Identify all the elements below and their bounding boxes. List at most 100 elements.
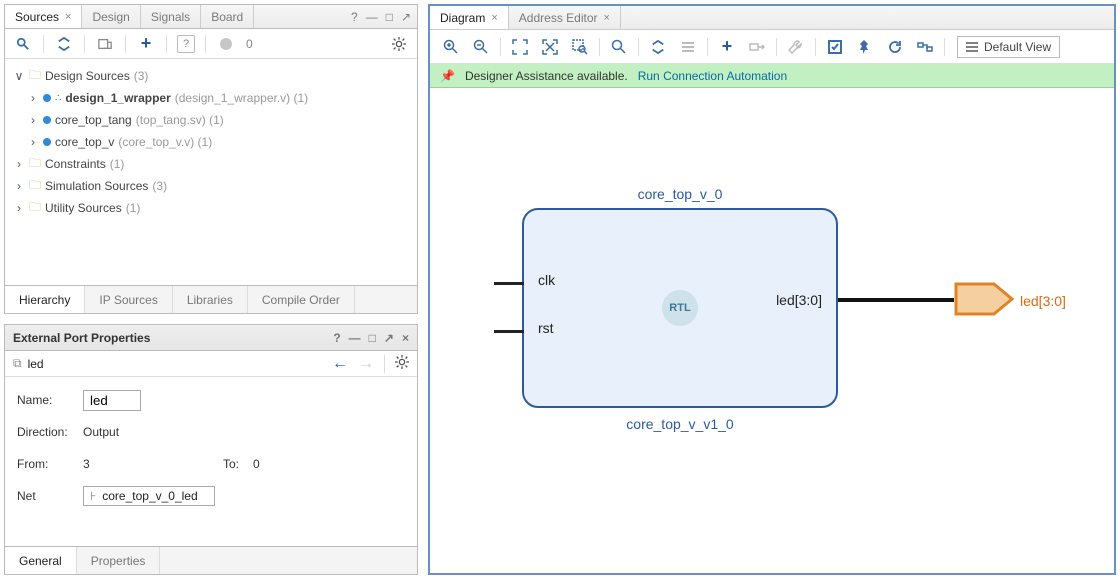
diagram-toolbar: + Default View	[430, 30, 1114, 64]
maximize-icon[interactable]: □	[369, 331, 376, 345]
close-icon[interactable]: ×	[402, 331, 409, 345]
label: Diagram	[440, 11, 485, 25]
tab-signals[interactable]: Signals	[141, 5, 201, 28]
block-instance-name: core_top_v_0	[524, 186, 836, 202]
net-icon: ⊦	[90, 489, 96, 503]
help-icon[interactable]: ?	[351, 10, 358, 24]
detail: (core_top_v.v) (1)	[118, 135, 212, 149]
expand-icon[interactable]	[539, 36, 561, 58]
hierarchy-icon: ∴	[55, 93, 61, 104]
minimize-icon[interactable]: ―	[349, 331, 361, 345]
tree-utility[interactable]: ›🗀Utility Sources (1)	[9, 197, 413, 219]
label-direction: Direction:	[17, 425, 83, 439]
label-net: Net	[17, 489, 83, 503]
btab-ip[interactable]: IP Sources	[85, 286, 172, 313]
close-icon[interactable]: ×	[491, 12, 497, 24]
scroll-forward-icon[interactable]	[95, 34, 115, 54]
tab-address-editor[interactable]: Address Editor×	[509, 6, 621, 29]
btab-general[interactable]: General	[5, 547, 77, 574]
add-icon[interactable]: +	[716, 36, 738, 58]
label: Design Sources	[45, 69, 130, 83]
tree-core-v[interactable]: ›core_top_v (core_top_v.v) (1)	[23, 131, 413, 153]
label: core_top_v	[55, 135, 114, 149]
count: (3)	[152, 179, 167, 193]
pin-icon[interactable]: 📌	[440, 69, 455, 83]
port-clk[interactable]: clk	[538, 272, 555, 288]
net-value: core_top_v_0_led	[102, 489, 197, 503]
sources-tree[interactable]: ∨🗀Design Sources (3) ›∴design_1_wrapper …	[5, 59, 417, 285]
close-icon[interactable]: ×	[604, 12, 610, 24]
label: Default View	[984, 40, 1051, 54]
run-connection-automation-link[interactable]: Run Connection Automation	[638, 69, 787, 83]
port-rst[interactable]: rst	[538, 320, 554, 336]
properties-nav: ⧉ led ← →	[5, 351, 417, 377]
optimize-routing-icon[interactable]	[914, 36, 936, 58]
help-toolbar-icon[interactable]: ?	[177, 35, 195, 53]
hamburger-icon	[966, 42, 978, 52]
from-value: 3	[83, 457, 223, 471]
tree-core-tang[interactable]: ›core_top_tang (top_tang.sv) (1)	[23, 109, 413, 131]
name-field[interactable]	[83, 390, 141, 411]
btab-libraries[interactable]: Libraries	[173, 286, 248, 313]
gear-icon[interactable]	[389, 34, 409, 54]
external-port-led[interactable]	[954, 282, 1016, 316]
make-external-icon	[746, 36, 768, 58]
tab-board[interactable]: Board	[201, 5, 254, 28]
wrench-icon	[785, 36, 807, 58]
search-icon[interactable]	[608, 36, 630, 58]
port-stub	[494, 330, 524, 333]
maximize-icon[interactable]: □	[386, 10, 393, 24]
validate-icon[interactable]	[824, 36, 846, 58]
label: core_top_tang	[55, 113, 132, 127]
label: Simulation Sources	[45, 179, 148, 193]
zoom-out-icon[interactable]	[470, 36, 492, 58]
zoom-area-icon[interactable]	[569, 36, 591, 58]
help-icon[interactable]: ?	[333, 331, 340, 345]
btab-hierarchy[interactable]: Hierarchy	[5, 286, 85, 313]
regenerate-icon[interactable]	[884, 36, 906, 58]
tree-simulation[interactable]: ›🗀Simulation Sources (3)	[9, 175, 413, 197]
designer-assistance-banner: 📌 Designer Assistance available. Run Con…	[430, 64, 1114, 88]
tab-design[interactable]: Design	[82, 5, 140, 28]
zoom-in-icon[interactable]	[440, 36, 462, 58]
popout-icon[interactable]: ↗	[384, 331, 394, 345]
properties-body: Name: Direction: Output From: 3 To: 0 Ne…	[5, 377, 417, 546]
tree-constraints[interactable]: ›🗀Constraints (1)	[9, 153, 413, 175]
search-icon[interactable]	[13, 34, 33, 54]
diagram-canvas[interactable]: core_top_v_0 core_top_v_v1_0 clk rst led…	[430, 88, 1114, 573]
port-icon: ⧉	[13, 356, 22, 371]
net-field[interactable]: ⊦ core_top_v_0_led	[83, 486, 215, 506]
collapse-all-icon[interactable]	[54, 34, 74, 54]
tree-wrapper[interactable]: ›∴design_1_wrapper (design_1_wrapper.v) …	[23, 87, 413, 109]
count: (1)	[126, 201, 141, 215]
gear-icon[interactable]	[395, 355, 409, 373]
properties-title-bar: External Port Properties ? ― □ ↗ ×	[5, 325, 417, 351]
port-led-block[interactable]: led[3:0]	[776, 292, 822, 308]
sources-bottom-tabs: Hierarchy IP Sources Libraries Compile O…	[5, 285, 417, 313]
close-icon[interactable]: ×	[65, 11, 71, 23]
tab-sources[interactable]: Sources×	[5, 5, 82, 28]
detail: (design_1_wrapper.v) (1)	[175, 91, 308, 105]
back-arrow-icon[interactable]: ←	[332, 355, 348, 373]
label: design_1_wrapper	[65, 91, 170, 105]
add-icon[interactable]: +	[136, 34, 156, 54]
btab-compile[interactable]: Compile Order	[248, 286, 355, 313]
banner-text: Designer Assistance available.	[465, 69, 628, 83]
default-view-button[interactable]: Default View	[957, 36, 1060, 58]
minimize-icon[interactable]: ―	[366, 10, 378, 24]
popout-icon[interactable]: ↗	[401, 10, 411, 24]
net-wire[interactable]	[838, 298, 954, 302]
fit-icon[interactable]	[509, 36, 531, 58]
label-name: Name:	[17, 393, 83, 407]
direction-value: Output	[83, 425, 119, 439]
collapse-all-icon[interactable]	[647, 36, 669, 58]
ip-block-core-top-v[interactable]: core_top_v_0 core_top_v_v1_0 clk rst led…	[522, 208, 838, 408]
tree-design-sources[interactable]: ∨🗀Design Sources (3)	[9, 65, 413, 87]
properties-title: External Port Properties	[13, 331, 150, 345]
pin-icon[interactable]	[854, 36, 876, 58]
btab-properties[interactable]: Properties	[77, 547, 161, 574]
detail: (top_tang.sv) (1)	[136, 113, 224, 127]
port-name: led	[28, 357, 44, 371]
tab-diagram[interactable]: Diagram ×	[430, 6, 509, 29]
forward-arrow-icon: →	[358, 355, 374, 373]
